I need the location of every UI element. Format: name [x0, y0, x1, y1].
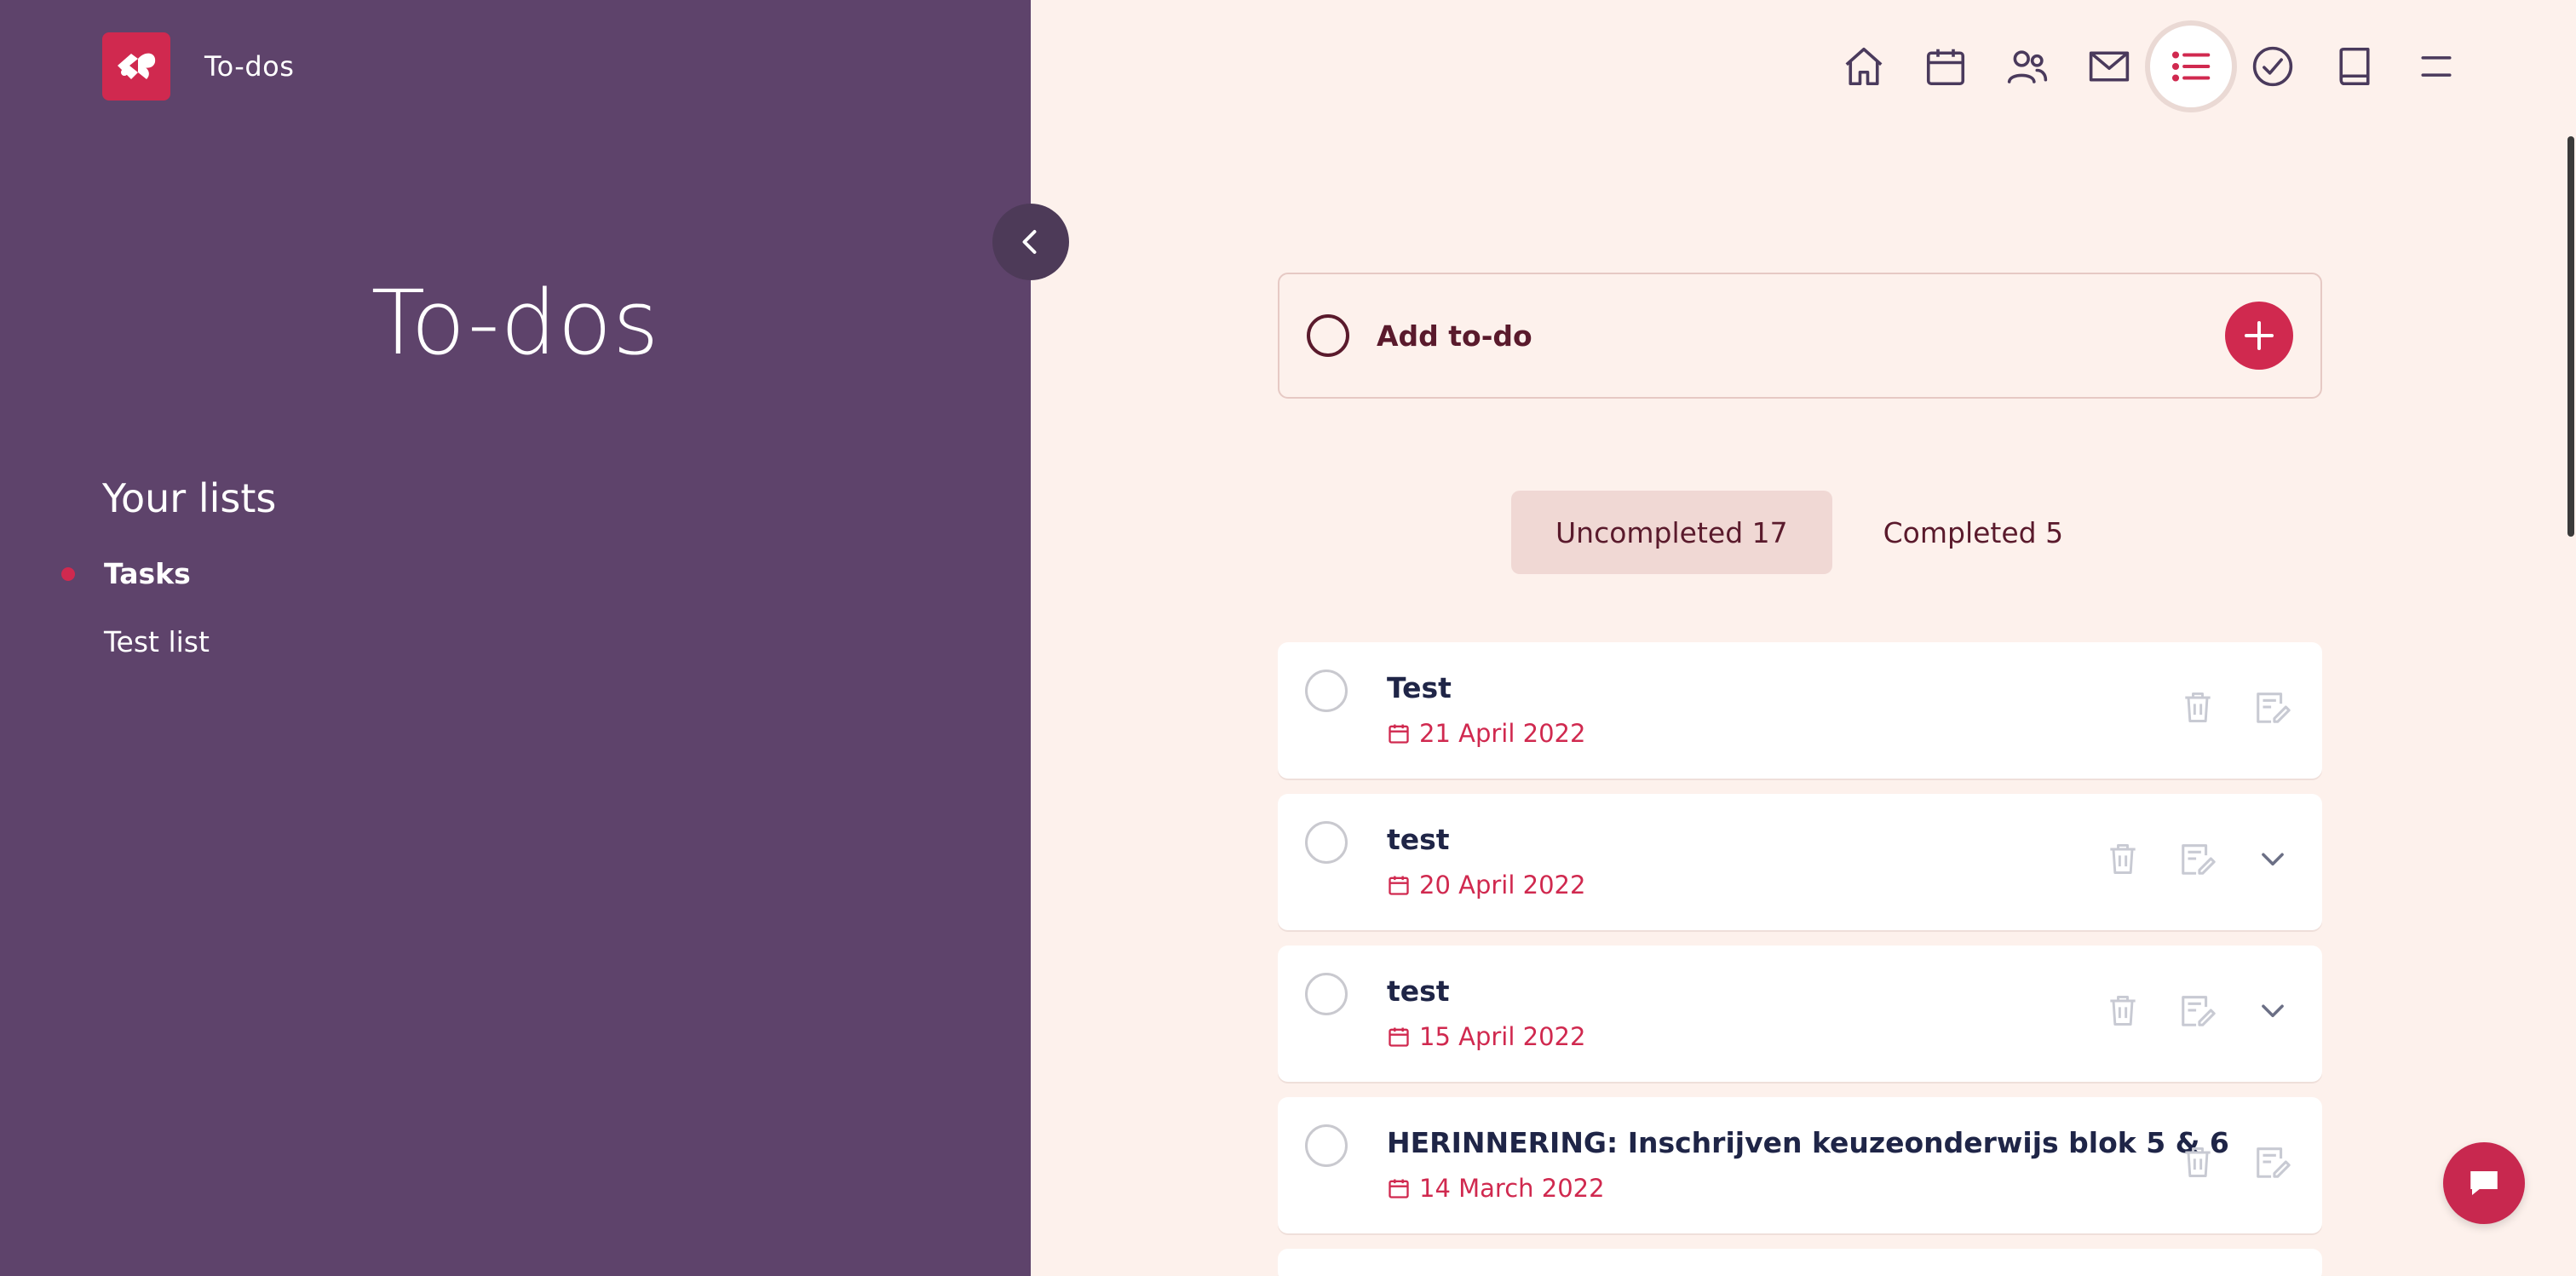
todo-checkbox[interactable]	[1305, 1124, 1348, 1167]
todo-date: 21 April 2022	[1387, 719, 1585, 748]
nav-todos[interactable]	[2150, 26, 2232, 107]
todo-list: Test 21 April 2022 test 20 April 2022 te…	[1278, 642, 2322, 1276]
todo-date-text: 14 March 2022	[1419, 1174, 1605, 1203]
todo-actions	[2073, 833, 2298, 884]
nav-book[interactable]	[2314, 26, 2395, 107]
delete-button[interactable]	[2172, 681, 2223, 733]
todo-checkbox[interactable]	[1305, 821, 1348, 864]
sidebar-item-label: Tasks	[104, 557, 191, 590]
todo-item[interactable]: Test 21 April 2022	[1278, 642, 2322, 779]
nav-people[interactable]	[1987, 26, 2068, 107]
lists-heading: Your lists	[102, 475, 277, 521]
todo-actions	[2148, 1136, 2298, 1187]
edit-note-icon	[2257, 693, 2291, 723]
todo-title: HERINNERING: Inschrijven keuzeonderwijs …	[1387, 1126, 2229, 1159]
trash-icon	[2185, 692, 2211, 722]
trash-icon	[2110, 995, 2136, 1026]
edit-note-icon	[2182, 844, 2216, 875]
todo-actions	[2148, 681, 2298, 733]
todo-date-text: 15 April 2022	[1419, 1022, 1586, 1051]
check-circle-icon	[2252, 46, 2293, 87]
sidebar-item-label: Test list	[104, 625, 210, 658]
people-icon	[2007, 50, 2048, 83]
nav-home[interactable]	[1823, 26, 1905, 107]
sidebar-item-test-list[interactable]: Test list	[104, 625, 210, 658]
todo-actions	[2073, 985, 2298, 1036]
tab-uncompleted[interactable]: Uncompleted 17	[1511, 491, 1832, 574]
edit-note-icon	[2257, 1147, 2291, 1178]
todo-date: 14 March 2022	[1387, 1174, 1605, 1203]
todo-date-text: 21 April 2022	[1419, 719, 1586, 748]
chevron-down-icon	[2262, 853, 2284, 866]
nav-mail[interactable]	[2068, 26, 2150, 107]
trash-icon	[2185, 1147, 2211, 1177]
todo-date-text: 20 April 2022	[1419, 871, 1586, 900]
todo-item[interactable]: test 15 April 2022	[1278, 946, 2322, 1082]
delete-button[interactable]	[2097, 833, 2148, 884]
calendar-icon	[1389, 876, 1409, 895]
delete-button[interactable]	[2172, 1136, 2223, 1187]
menu-icon	[2421, 56, 2452, 77]
top-navigation	[1823, 26, 2477, 107]
todo-checkbox[interactable]	[1305, 973, 1348, 1015]
chevron-down-icon	[2262, 1004, 2284, 1018]
home-icon	[1845, 47, 1883, 86]
todo-title: Test	[1387, 671, 1452, 704]
chat-button[interactable]	[2443, 1142, 2525, 1224]
todo-title: test	[1387, 974, 1450, 1008]
delete-button[interactable]	[2097, 985, 2148, 1036]
calendar-icon	[1389, 1179, 1409, 1198]
scrollbar[interactable]	[2567, 136, 2574, 537]
app-logo-icon	[102, 32, 170, 101]
todo-date: 20 April 2022	[1387, 871, 1585, 900]
calendar-icon	[1389, 1027, 1409, 1047]
todo-title: test	[1387, 823, 1450, 856]
todo-date: 15 April 2022	[1387, 1022, 1585, 1051]
brand[interactable]: To-dos	[102, 32, 294, 101]
trash-icon	[2110, 843, 2136, 874]
calendar-icon	[1389, 724, 1409, 744]
edit-button[interactable]	[2172, 833, 2223, 884]
sidebar-item-tasks[interactable]: Tasks	[61, 557, 191, 590]
add-todo-label: Add to-do	[1377, 319, 1532, 353]
edit-button[interactable]	[2247, 681, 2298, 733]
edit-note-icon	[2182, 996, 2216, 1026]
edit-button[interactable]	[2247, 1136, 2298, 1187]
add-todo-button[interactable]	[2225, 302, 2293, 370]
collapse-sidebar-button[interactable]	[992, 204, 1069, 280]
chevron-left-icon	[1022, 230, 1037, 254]
book-icon	[2339, 47, 2370, 86]
tab-completed[interactable]: Completed 5	[1832, 491, 2107, 574]
list-icon	[2171, 51, 2211, 82]
expand-button[interactable]	[2247, 833, 2298, 884]
add-todo-bar[interactable]: Add to-do	[1278, 273, 2322, 399]
edit-button[interactable]	[2172, 985, 2223, 1036]
todo-item[interactable]: test 20 April 2022	[1278, 794, 2322, 930]
calendar-icon	[1926, 49, 1965, 86]
sidebar: To-dos To-dos Your lists Tasks Test list	[0, 0, 1031, 1276]
plus-icon	[2245, 321, 2274, 350]
page-title: To-dos	[371, 271, 660, 375]
mail-icon	[2089, 51, 2130, 82]
todo-item[interactable]: HERINNERING: Inschrijven keuzeonderwijs …	[1278, 1097, 2322, 1233]
app-name: To-dos	[204, 50, 295, 83]
chat-bubble-icon	[2470, 1171, 2498, 1195]
nav-menu[interactable]	[2395, 26, 2477, 107]
todo-item[interactable]	[1278, 1249, 2322, 1276]
expand-button[interactable]	[2247, 985, 2298, 1036]
active-indicator	[61, 566, 75, 581]
add-todo-checkbox	[1307, 314, 1349, 357]
nav-done[interactable]	[2232, 26, 2314, 107]
todo-tabs: Uncompleted 17 Completed 5	[1511, 491, 2107, 574]
todo-checkbox[interactable]	[1305, 670, 1348, 712]
nav-calendar[interactable]	[1905, 26, 1987, 107]
